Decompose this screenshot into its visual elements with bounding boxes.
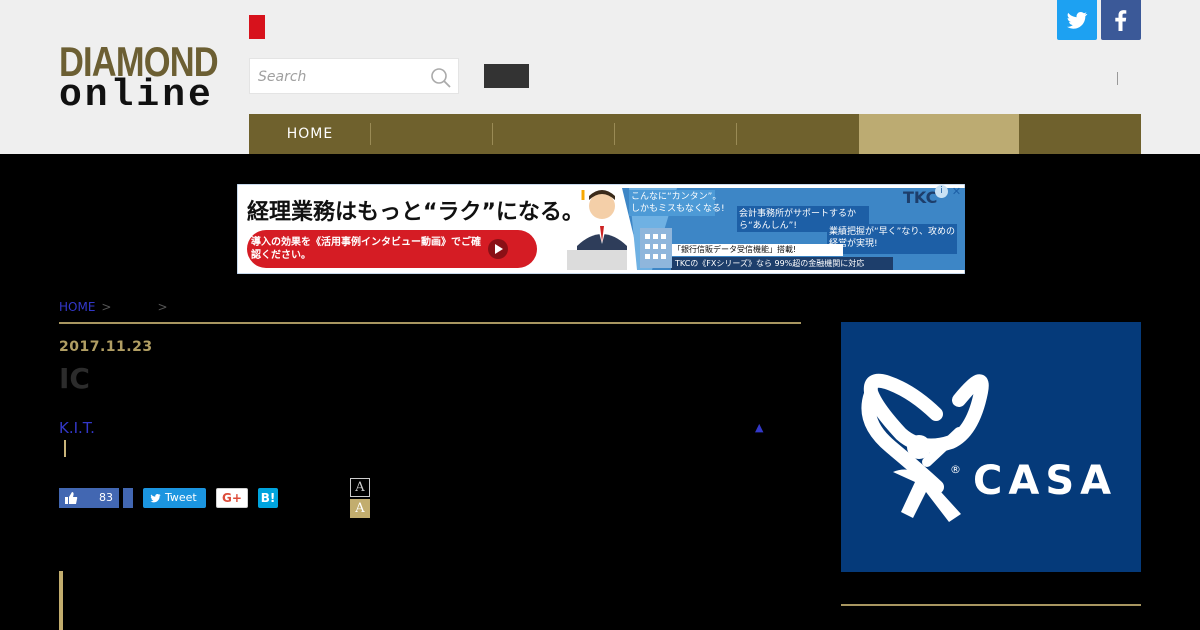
tweet-button[interactable]: Tweet (143, 488, 206, 508)
breadcrumb-separator: > (157, 300, 168, 314)
like-count: 83 (99, 491, 113, 504)
twitter-icon (1066, 11, 1088, 29)
author-toggle-icon[interactable]: ▲ (755, 421, 763, 434)
site-header: DIAMOND online HOME (0, 0, 1200, 154)
search-box (249, 58, 459, 94)
article-date: 2017.11.23 (59, 339, 153, 355)
header-button[interactable] (484, 64, 529, 88)
facebook-button[interactable] (1101, 0, 1141, 40)
nav-item-5[interactable] (737, 114, 859, 154)
breadcrumb: HOME > > (59, 300, 174, 314)
twitter-icon (150, 493, 161, 503)
red-tag (249, 15, 265, 39)
nav-item-home[interactable]: HOME (249, 114, 371, 154)
quote-bar (59, 571, 63, 630)
facebook-icon (1115, 10, 1127, 31)
article-author[interactable]: K.I.T. (59, 419, 95, 437)
site-logo[interactable]: DIAMOND online (59, 41, 222, 117)
ad-footer: TKCの《FXシリーズ》なら 99%超の金融機関に対応 (675, 259, 865, 268)
sidebar-ad-mark: ® (950, 463, 961, 476)
nav-item-3[interactable] (493, 114, 615, 154)
ad-close-icon[interactable]: ✕ (950, 185, 963, 198)
facebook-share-button[interactable] (123, 488, 133, 508)
ad-headline: 経理業務はもっと“ラク”になる。 (247, 200, 584, 225)
twitter-button[interactable] (1057, 0, 1097, 40)
article-title: IC (59, 362, 90, 395)
breadcrumb-home[interactable]: HOME (59, 300, 95, 314)
hatena-bookmark-button[interactable]: B! (258, 488, 278, 508)
nav-item-2[interactable] (371, 114, 493, 154)
ad-bubble-1: こんなに“カンタン”。しかもミスもなくなる! (631, 192, 725, 214)
tweet-label: Tweet (165, 491, 197, 504)
logo-line-2: online (59, 74, 214, 117)
nav-item-label: HOME (286, 126, 334, 142)
nav-item-7[interactable] (1019, 114, 1141, 154)
ad-bubble-3: 業績把握が“早く”なり、攻めの経営が実現! (829, 227, 955, 249)
header-divider (1117, 72, 1118, 85)
main-nav: HOME (249, 114, 1141, 154)
nav-item-active[interactable] (859, 114, 1019, 154)
thumbs-up-icon (65, 492, 78, 504)
facebook-like-button[interactable]: 83 (59, 488, 119, 508)
font-size-large-button[interactable]: A (350, 499, 370, 518)
ad-info-icon[interactable]: i (935, 185, 948, 198)
sidebar-rule (841, 604, 1141, 606)
casa-logo-icon (861, 373, 989, 522)
sidebar-ad[interactable]: CASA ® (841, 322, 1141, 572)
ad-cta: 導入の効果を《活用事例インタビュー動画》でご確認ください。 (251, 237, 481, 261)
author-divider (64, 440, 66, 457)
search-input[interactable] (258, 67, 418, 87)
article-top-rule (59, 322, 801, 324)
sidebar-ad-brand: CASA (973, 458, 1118, 504)
nav-item-4[interactable] (615, 114, 737, 154)
google-plus-button[interactable]: G+ (216, 488, 248, 508)
ad-feature: 「銀行信販データ受信機能」搭載! (673, 245, 797, 254)
ad-brand: TKC (903, 188, 938, 207)
ad-banner[interactable]: 経理業務はもっと“ラク”になる。 導入の効果を《活用事例インタビュー動画》でご確… (237, 184, 965, 274)
search-icon[interactable] (430, 67, 452, 89)
breadcrumb-separator: > (101, 300, 112, 314)
font-size-small-button[interactable]: A (350, 478, 370, 497)
